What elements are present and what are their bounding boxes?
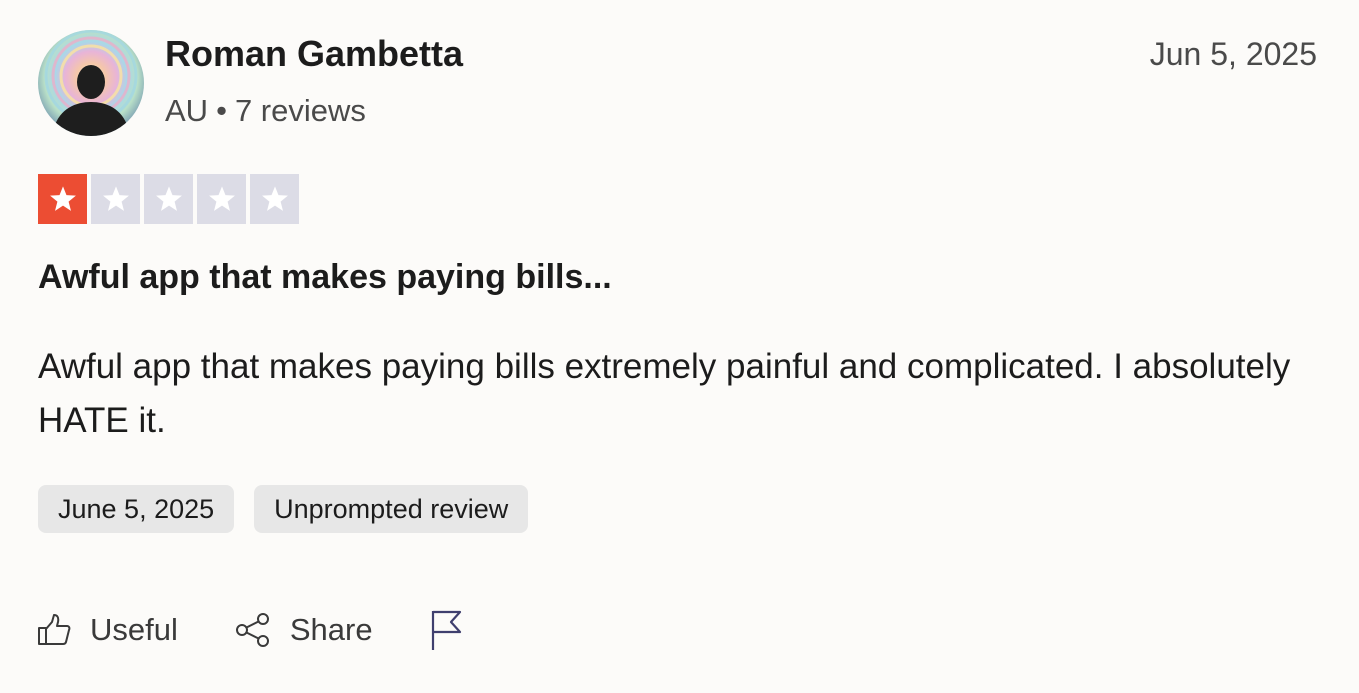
review-body: Awful app that makes paying bills extrem… xyxy=(38,347,1291,440)
reviewer-meta: AU • 7 reviews xyxy=(165,90,366,132)
reviewer-review-count: 7 reviews xyxy=(234,93,366,128)
share-button[interactable]: Share xyxy=(234,612,373,648)
star-icon xyxy=(91,174,140,224)
star-rating xyxy=(38,174,299,224)
avatar[interactable] xyxy=(38,30,144,136)
star-icon xyxy=(250,174,299,224)
star-icon xyxy=(38,174,87,224)
review-type-tag[interactable]: Unprompted review xyxy=(254,485,529,533)
review-actions: Useful Share xyxy=(36,605,463,655)
thumbs-up-icon xyxy=(38,614,71,645)
star-icon xyxy=(144,174,193,224)
report-button[interactable] xyxy=(429,609,463,651)
review-tags: June 5, 2025 Unprompted review xyxy=(38,485,529,533)
share-icon xyxy=(235,613,269,647)
useful-label: Useful xyxy=(90,612,178,647)
flag-icon xyxy=(431,610,461,650)
review-title[interactable]: Awful app that makes paying bills... xyxy=(38,254,612,300)
experience-date-tag: June 5, 2025 xyxy=(38,485,235,533)
useful-button[interactable]: Useful xyxy=(36,612,178,648)
reviewer-name[interactable]: Roman Gambetta xyxy=(165,32,463,76)
star-icon xyxy=(197,174,246,224)
meta-separator: • xyxy=(216,93,227,128)
review-date: Jun 5, 2025 xyxy=(1149,36,1317,72)
review-card: Roman Gambetta AU • 7 reviews Jun 5, 2025 … xyxy=(0,0,1359,693)
reviewer-country: AU xyxy=(165,93,209,128)
share-label: Share xyxy=(289,612,373,647)
